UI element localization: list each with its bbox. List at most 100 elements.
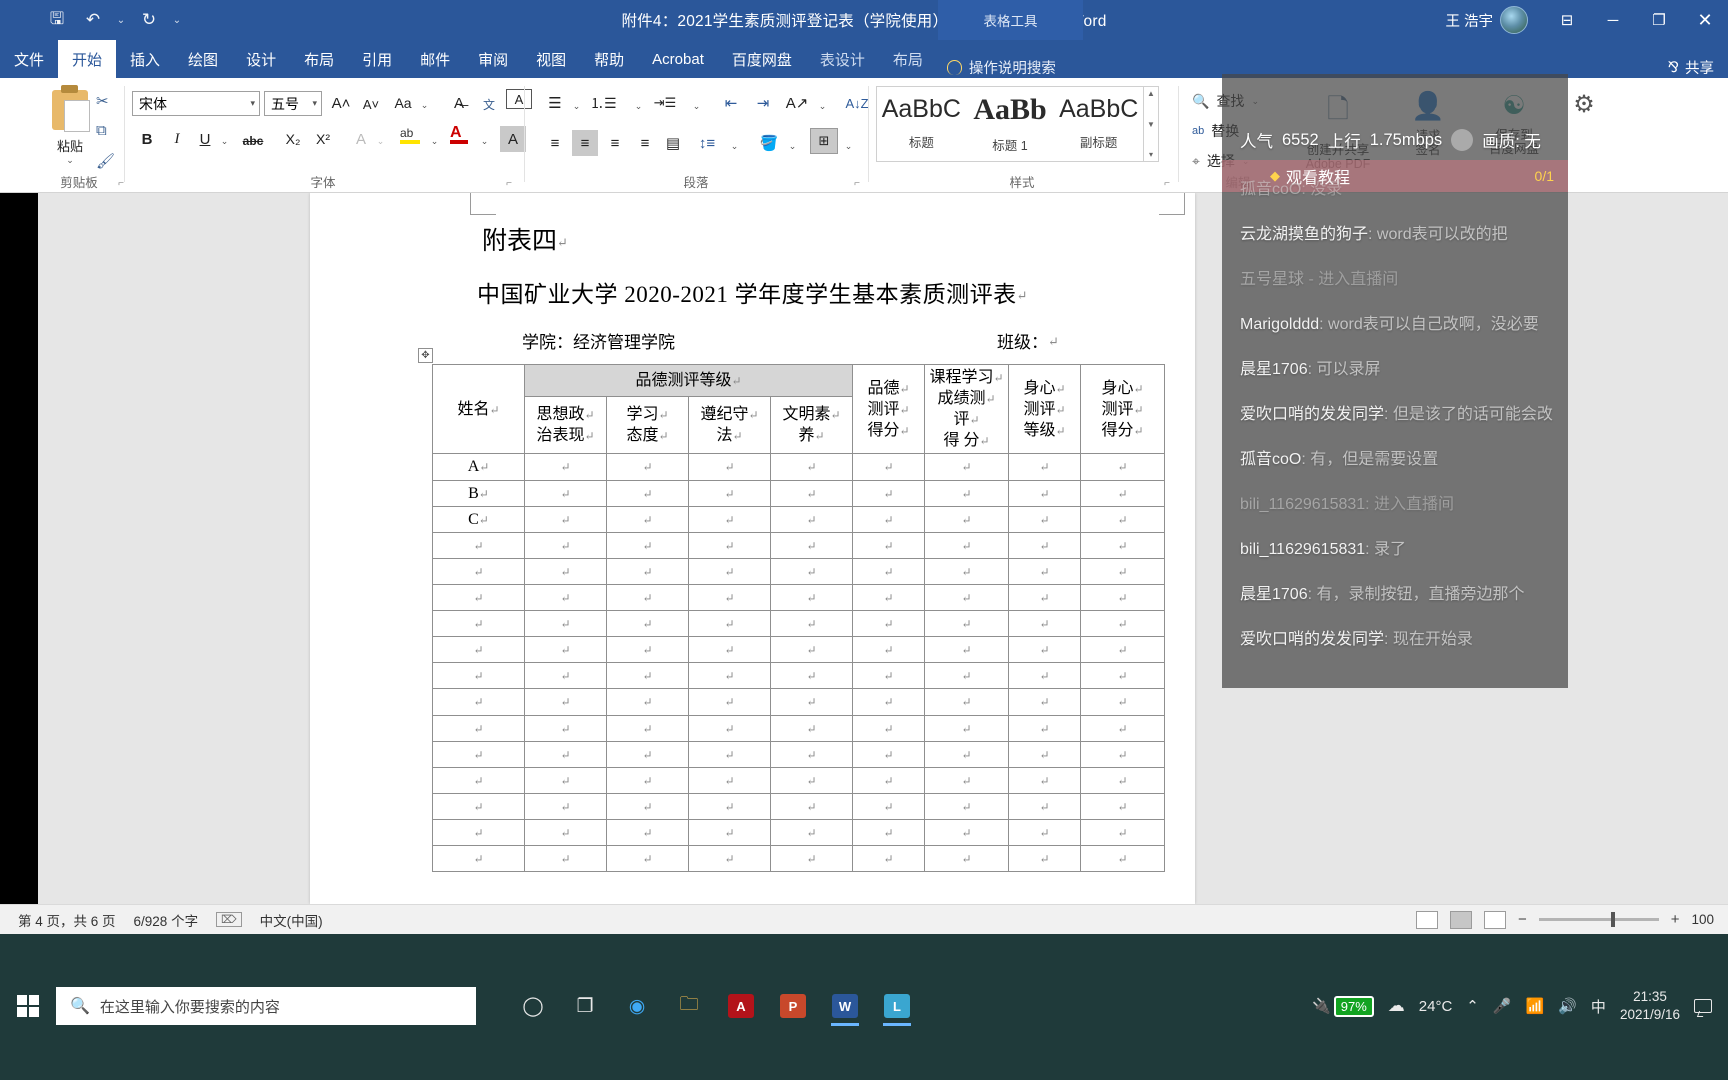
table-cell[interactable]: ↵ (769, 845, 854, 873)
table-cell[interactable]: ↵ (924, 766, 1010, 794)
table-cell[interactable]: ↵ (852, 740, 926, 768)
table-cell[interactable]: ↵ (769, 792, 854, 820)
table-cell[interactable]: ↵ (769, 610, 854, 638)
volume-icon[interactable]: 🔊 (1558, 997, 1577, 1015)
table-cell[interactable]: ↵ (1080, 610, 1166, 638)
table-cell[interactable]: ↵ (606, 610, 689, 638)
table-cell[interactable]: ↵ (1008, 714, 1082, 742)
tray-overflow-icon[interactable]: ⌃ (1466, 997, 1479, 1015)
table-cell[interactable]: ↵ (1008, 845, 1082, 873)
tab-table-design[interactable]: 表设计 (806, 40, 879, 78)
proofing-icon[interactable]: ⌦ (216, 912, 242, 927)
table-cell[interactable]: ↵ (524, 531, 607, 559)
tell-me-search[interactable]: 操作说明搜索 (937, 57, 1066, 79)
justify-icon[interactable]: ≡ (632, 130, 658, 156)
table-cell[interactable]: ↵ (1008, 453, 1082, 481)
table-row[interactable]: B↵ ↵ ↵ ↵ ↵ ↵ ↵ ↵ ↵ (432, 479, 1166, 507)
multilevel-list-icon[interactable]: ⇥☰ (652, 90, 678, 116)
table-cell[interactable]: ↵ (924, 845, 1010, 873)
table-cell[interactable]: ↵ (524, 453, 607, 481)
table-cell[interactable]: ↵ (688, 740, 771, 768)
table-cell[interactable]: ↵ (524, 479, 607, 507)
styles-more-icon[interactable]: ▾ (1149, 150, 1153, 159)
table-cell[interactable]: ↵ (924, 636, 1010, 664)
table-cell[interactable]: ↵ (688, 845, 771, 873)
shading-icon[interactable]: 🪣 (756, 130, 782, 156)
tab-help[interactable]: 帮助 (580, 40, 638, 78)
table-cell[interactable]: ↵ (432, 818, 525, 847)
table-cell[interactable]: ↵ (688, 662, 771, 690)
table-cell[interactable]: ↵ (688, 557, 771, 585)
wifi-icon[interactable]: 📶 (1526, 997, 1545, 1015)
underline-caret-icon[interactable]: ⌄ (218, 128, 231, 154)
style-item[interactable]: AaBbC 标题 (877, 87, 966, 161)
table-cell[interactable]: ↵ (852, 662, 926, 690)
shrink-font-icon[interactable]: A˅ (358, 91, 384, 117)
table-cell[interactable]: ↵ (432, 662, 525, 690)
customize-qat-caret-icon[interactable]: ⌄ (168, 3, 186, 37)
table-cell[interactable]: ↵ (1008, 740, 1082, 768)
table-cell[interactable]: ↵ (852, 479, 926, 507)
tab-view[interactable]: 视图 (522, 40, 580, 78)
table-cell[interactable]: ↵ (606, 766, 689, 794)
table-row[interactable]: ↵ ↵ ↵ ↵ ↵ ↵ ↵ ↵ ↵ (432, 714, 1166, 742)
table-cell[interactable]: ↵ (432, 583, 525, 612)
table-cell[interactable]: ↵ (1008, 792, 1082, 820)
table-cell[interactable]: ↵ (769, 740, 854, 768)
tab-acrobat[interactable]: Acrobat (638, 40, 718, 78)
table-cell[interactable]: B↵ (432, 479, 525, 507)
table-cell[interactable]: ↵ (1008, 583, 1082, 612)
save-icon[interactable]: 🖫 (40, 3, 74, 37)
change-case-icon[interactable]: Aa (390, 90, 416, 116)
borders-icon[interactable]: ⊞ (810, 128, 838, 154)
notification-center-icon[interactable] (1694, 999, 1712, 1013)
table-row[interactable]: ↵ ↵ ↵ ↵ ↵ ↵ ↵ ↵ ↵ (432, 636, 1166, 664)
highlight-caret-icon[interactable]: ⌄ (428, 128, 441, 154)
character-shading-icon[interactable]: A (500, 126, 526, 152)
table-cell[interactable]: ↵ (1008, 662, 1082, 690)
avatar[interactable] (1500, 6, 1528, 34)
restore-button[interactable]: ❐ (1636, 0, 1682, 40)
zoom-level[interactable]: 100 (1691, 912, 1714, 927)
clock[interactable]: 21:35 2021/9/16 (1620, 988, 1680, 1023)
table-cell[interactable]: ↵ (1080, 557, 1166, 585)
increase-indent-icon[interactable]: ⇥ (750, 90, 776, 116)
microphone-icon[interactable]: 🎤 (1493, 997, 1512, 1015)
table-cell[interactable]: ↵ (1080, 688, 1166, 716)
table-cell[interactable]: ↵ (769, 531, 854, 559)
account-name[interactable]: 王 浩宇 (1445, 10, 1493, 31)
print-view-icon[interactable] (1449, 910, 1472, 929)
table-cell[interactable]: ↵ (1080, 636, 1166, 664)
table-cell[interactable]: ↵ (432, 792, 525, 820)
align-left-icon[interactable]: ≡ (542, 130, 568, 156)
styles-gallery[interactable]: AaBbC 标题 AaBb 标题 1 AaBbC 副标题 (876, 86, 1144, 162)
table-cell[interactable]: ↵ (924, 583, 1010, 612)
bold-button[interactable]: B (134, 126, 160, 152)
table-cell[interactable]: ↵ (852, 766, 926, 794)
table-cell[interactable]: ↵ (606, 845, 689, 873)
table-cell[interactable]: ↵ (606, 688, 689, 716)
distribute-icon[interactable]: ▤ (660, 130, 686, 156)
table-cell[interactable]: ↵ (852, 453, 926, 481)
table-cell[interactable]: ↵ (606, 818, 689, 847)
style-item[interactable]: AaBb 标题 1 (966, 87, 1055, 161)
table-cell[interactable]: ↵ (852, 792, 926, 820)
bullets-caret-icon[interactable]: ⌄ (570, 93, 583, 119)
table-cell[interactable]: ↵ (924, 818, 1010, 847)
table-cell[interactable]: ↵ (924, 479, 1010, 507)
table-cell[interactable]: ↵ (432, 845, 525, 873)
tab-draw[interactable]: 绘图 (174, 40, 232, 78)
table-cell[interactable]: ↵ (688, 688, 771, 716)
zoom-slider-thumb[interactable] (1610, 912, 1615, 927)
table-cell[interactable]: ↵ (1080, 505, 1166, 533)
document-page[interactable]: 附表四↵ 中国矿业大学 2020-2021 学年度学生基本素质测评表↵ 学院：经… (310, 193, 1195, 904)
table-cell[interactable]: ↵ (524, 583, 607, 612)
table-cell[interactable]: ↵ (924, 453, 1010, 481)
copy-icon[interactable]: ⧉ (96, 122, 107, 139)
table-cell[interactable]: ↵ (1008, 531, 1082, 559)
table-cell[interactable]: ↵ (769, 714, 854, 742)
table-cell[interactable]: ↵ (432, 610, 525, 638)
table-cell[interactable]: ↵ (524, 714, 607, 742)
table-cell[interactable]: ↵ (852, 714, 926, 742)
grow-font-icon[interactable]: A˄ (328, 90, 354, 116)
